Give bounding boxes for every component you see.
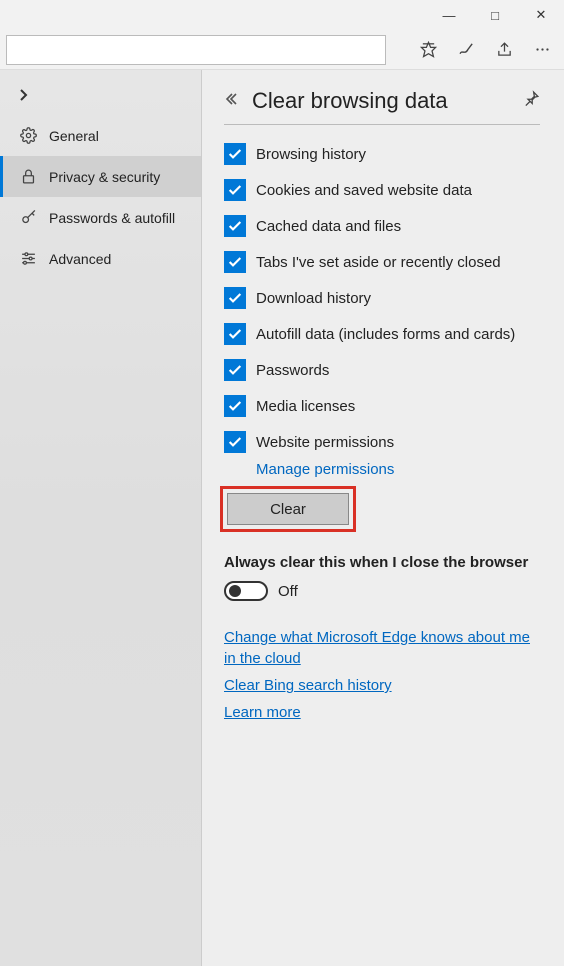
close-button[interactable]: ✕ <box>518 0 564 30</box>
check-passwords[interactable]: Passwords <box>224 359 540 381</box>
back-button[interactable] <box>224 91 240 112</box>
more-icon[interactable] <box>526 35 558 65</box>
checkbox-icon[interactable] <box>224 431 246 453</box>
checkbox-icon[interactable] <box>224 323 246 345</box>
check-label: Download history <box>256 290 371 307</box>
sidebar-item-label: General <box>49 128 99 144</box>
sidebar-item-label: Privacy & security <box>49 169 160 185</box>
learn-more-link[interactable]: Learn more <box>224 702 540 723</box>
sliders-icon <box>19 250 37 267</box>
always-clear-heading: Always clear this when I close the brows… <box>224 554 540 571</box>
check-autofill[interactable]: Autofill data (includes forms and cards) <box>224 323 540 345</box>
checkbox-icon[interactable] <box>224 251 246 273</box>
maximize-button[interactable]: □ <box>472 0 518 30</box>
check-tabs-aside[interactable]: Tabs I've set aside or recently closed <box>224 251 540 273</box>
check-label: Cached data and files <box>256 218 401 235</box>
check-website-permissions[interactable]: Website permissions <box>224 431 540 453</box>
pin-icon[interactable] <box>523 90 540 112</box>
checkbox-icon[interactable] <box>224 359 246 381</box>
checkbox-icon[interactable] <box>224 215 246 237</box>
checkbox-icon[interactable] <box>224 395 246 417</box>
favorites-icon[interactable] <box>412 35 444 65</box>
check-cookies[interactable]: Cookies and saved website data <box>224 179 540 201</box>
check-label: Media licenses <box>256 398 355 415</box>
check-label: Browsing history <box>256 146 366 163</box>
check-download-history[interactable]: Download history <box>224 287 540 309</box>
window-titlebar: — □ ✕ <box>0 0 564 30</box>
checkbox-icon[interactable] <box>224 287 246 309</box>
clear-button-highlight: Clear <box>220 486 356 532</box>
check-label: Tabs I've set aside or recently closed <box>256 254 501 271</box>
sidebar-expand-chevron[interactable] <box>0 80 201 115</box>
check-label: Autofill data (includes forms and cards) <box>256 326 515 343</box>
main-panel: Clear browsing data Browsing history Coo… <box>202 70 564 966</box>
sidebar-item-passwords[interactable]: Passwords & autofill <box>0 197 201 238</box>
gear-icon <box>19 127 37 144</box>
manage-permissions-link[interactable]: Manage permissions <box>256 461 394 478</box>
check-browsing-history[interactable]: Browsing history <box>224 143 540 165</box>
toggle-knob <box>229 585 241 597</box>
sidebar-item-label: Advanced <box>49 251 111 267</box>
check-label: Passwords <box>256 362 329 379</box>
bing-history-link[interactable]: Clear Bing search history <box>224 675 540 696</box>
check-label: Website permissions <box>256 434 394 451</box>
check-label: Cookies and saved website data <box>256 182 472 199</box>
sidebar-item-label: Passwords & autofill <box>49 210 175 226</box>
checkbox-icon[interactable] <box>224 179 246 201</box>
check-cached[interactable]: Cached data and files <box>224 215 540 237</box>
lock-icon <box>19 168 37 185</box>
cloud-link[interactable]: Change what Microsoft Edge knows about m… <box>224 627 540 669</box>
settings-sidebar: General Privacy & security Passwords & a… <box>0 70 202 966</box>
checkbox-icon[interactable] <box>224 143 246 165</box>
always-clear-toggle[interactable] <box>224 581 268 601</box>
sidebar-item-privacy[interactable]: Privacy & security <box>0 156 201 197</box>
key-icon <box>19 209 37 226</box>
share-icon[interactable] <box>488 35 520 65</box>
sidebar-item-general[interactable]: General <box>0 115 201 156</box>
reading-list-icon[interactable] <box>450 35 482 65</box>
minimize-button[interactable]: — <box>426 0 472 30</box>
check-media-licenses[interactable]: Media licenses <box>224 395 540 417</box>
toggle-state-label: Off <box>278 583 298 600</box>
panel-title: Clear browsing data <box>252 88 511 114</box>
address-bar[interactable] <box>6 35 386 65</box>
browser-toolbar <box>0 30 564 70</box>
sidebar-item-advanced[interactable]: Advanced <box>0 238 201 279</box>
clear-button[interactable]: Clear <box>227 493 349 525</box>
